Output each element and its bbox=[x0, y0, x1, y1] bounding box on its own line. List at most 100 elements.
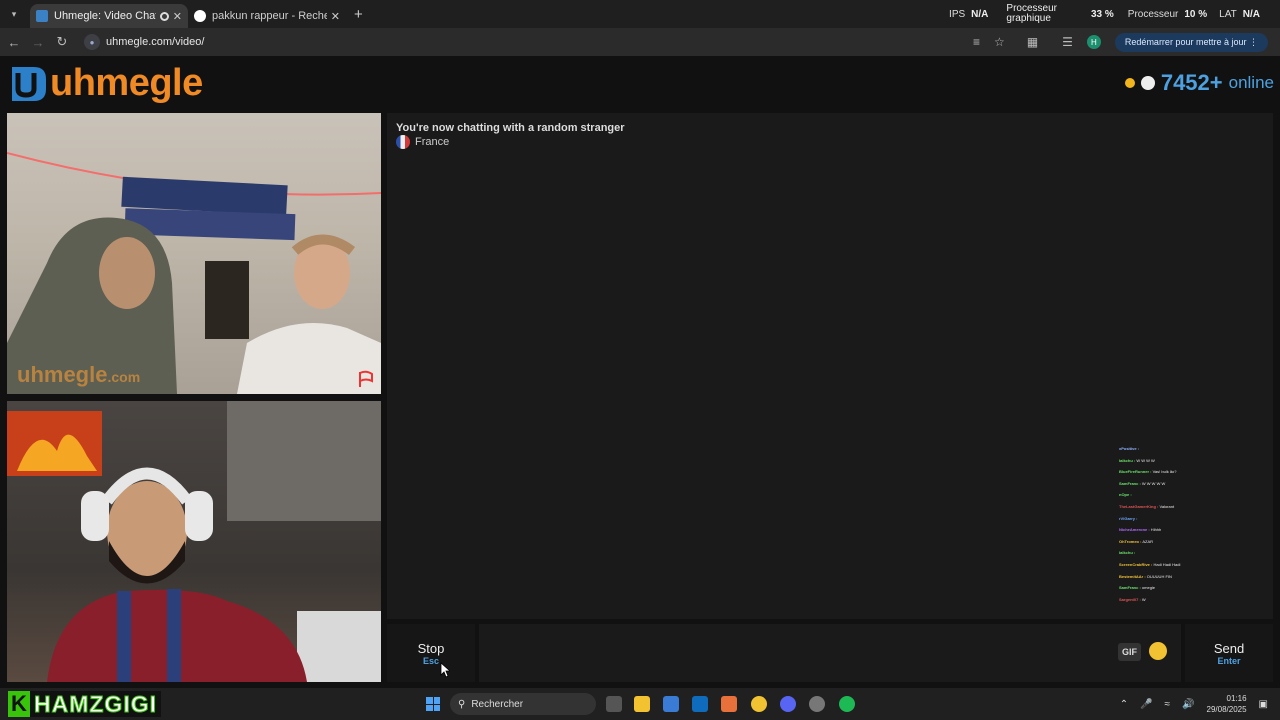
overlay-chat-line: SamFranc : omegle bbox=[1119, 582, 1209, 594]
france-flag-icon bbox=[396, 135, 410, 149]
store-icon[interactable] bbox=[663, 696, 679, 712]
volume-icon[interactable]: 🔊 bbox=[1182, 699, 1194, 710]
file-explorer-icon[interactable] bbox=[634, 696, 650, 712]
clock[interactable]: 01:16 29/08/2025 bbox=[1207, 693, 1247, 715]
overlay-chat-text: AZAR bbox=[1141, 538, 1154, 544]
overlay-chat-text: Vas! bulk ão? bbox=[1151, 469, 1177, 475]
chat-controls: Stop Esc GIF Send Enter bbox=[387, 624, 1273, 682]
browser-toolbar: ← → ↻ ● uhmegle.com/video/ ≡ ☆ ▦ ☰ H Red… bbox=[0, 28, 1280, 56]
system-tray: ⌃ 🎤 ≈ 🔊 01:16 29/08/2025 ▣ bbox=[1120, 688, 1268, 720]
update-button[interactable]: Redémarrer pour mettre à jour ⋮ bbox=[1114, 32, 1268, 52]
wifi-icon[interactable]: ≈ bbox=[1165, 699, 1171, 710]
discord-icon[interactable] bbox=[780, 696, 796, 712]
search-icon: ⚲ bbox=[458, 698, 466, 710]
send-button[interactable]: Send Enter bbox=[1185, 624, 1273, 682]
overlay-chat-text: W W W W bbox=[1135, 457, 1155, 463]
site-info-icon[interactable]: ● bbox=[84, 34, 100, 50]
update-button-label: Redémarrer pour mettre à jour bbox=[1124, 36, 1247, 47]
overlay-chat-line: BlueFireRunner : Vas! bulk ão? bbox=[1119, 466, 1209, 478]
stranger-country: France bbox=[396, 135, 449, 149]
gif-button[interactable]: GIF bbox=[1118, 643, 1141, 661]
tab-search-button[interactable]: ▾ bbox=[4, 4, 24, 24]
close-tab-icon[interactable]: ✕ bbox=[173, 10, 182, 23]
outlook-icon[interactable] bbox=[692, 696, 708, 712]
overlay-chat-user: lalkchu : bbox=[1119, 550, 1136, 556]
overlay-chat-user: BestemitAAr : bbox=[1119, 573, 1146, 579]
overlay-chat-text: omegle bbox=[1140, 585, 1156, 591]
overlay-chat-text: Hadi Hadi Hadi bbox=[1152, 561, 1181, 567]
clock-date: 29/08/2025 bbox=[1206, 705, 1247, 714]
theme-toggle-icon[interactable] bbox=[1140, 76, 1155, 90]
overlay-chat-user: nOpe : bbox=[1119, 492, 1132, 498]
close-tab-icon[interactable]: ✕ bbox=[331, 10, 340, 23]
overlay-chat-text: W bbox=[1140, 596, 1146, 602]
windows-start-icon[interactable] bbox=[426, 697, 440, 711]
lat-value: N/A bbox=[1242, 8, 1260, 20]
windows-taskbar: K HAMZGIGI ⚲ Rechercher ⌃ 🎤 ≈ 🔊 01:16 29… bbox=[0, 688, 1280, 720]
new-tab-button[interactable]: + bbox=[354, 6, 363, 23]
ips-label: IPS bbox=[949, 8, 966, 20]
send-key-hint: Enter bbox=[1217, 655, 1241, 666]
address-bar[interactable]: ● uhmegle.com/video/ bbox=[82, 31, 1082, 53]
status-dot-icon bbox=[1124, 78, 1135, 88]
overlay-chat-line: ScreenCrabRive : Hadi Hadi Hadi bbox=[1119, 559, 1209, 571]
overlay-chat-text: Valorant bbox=[1158, 503, 1175, 509]
watermark-suffix: .com bbox=[107, 369, 141, 385]
streamer-name: HAMZGIGI bbox=[30, 690, 161, 717]
overlay-chat-line: rVIGarry : bbox=[1119, 513, 1209, 525]
chevron-up-icon[interactable]: ⌃ bbox=[1120, 699, 1128, 710]
overlay-chat-user: TheLastGamerKing : bbox=[1119, 503, 1159, 509]
overlay-chat-text: OUUUUH FIN bbox=[1145, 573, 1172, 579]
overlay-chat-line: TheLastGamerKing : Valorant bbox=[1119, 501, 1209, 513]
overlay-chat-user: SamFranc : bbox=[1119, 480, 1141, 486]
overlay-chat-text: W W W W W bbox=[1140, 480, 1166, 486]
url-text: uhmegle.com/video/ bbox=[106, 36, 205, 48]
app-icon[interactable] bbox=[721, 696, 737, 712]
stream-chat-overlay: xPositive : lalkchu : W W W W BlueFireRun… bbox=[1119, 443, 1209, 605]
overlay-chat-line: BestemitAAr : OUUUUH FIN bbox=[1119, 571, 1209, 583]
reload-icon[interactable]: ↻ bbox=[50, 34, 74, 50]
spotify-icon[interactable] bbox=[839, 696, 855, 712]
site-logo[interactable]: uhmegle bbox=[8, 62, 203, 105]
toolbar-actions: ≡ ☆ ▦ ☰ H Redémarrer pour mettre à jour … bbox=[973, 28, 1280, 56]
message-input[interactable]: GIF bbox=[479, 624, 1181, 682]
chevron-down-icon: ▾ bbox=[11, 8, 17, 19]
media-control-icon[interactable]: ☰ bbox=[1062, 35, 1073, 49]
uhmegle-page: uhmegle 7452+ online uhmegle.com You're … bbox=[0, 56, 1280, 688]
uhmegle-favicon-icon bbox=[36, 10, 48, 22]
bookmark-star-icon[interactable]: ☆ bbox=[994, 35, 1005, 49]
overlay-chat-line: Sargent07 : W bbox=[1119, 594, 1209, 606]
tab-google[interactable]: pakkun rappeur - Recherche Google ✕ bbox=[188, 4, 346, 28]
taskbar-search[interactable]: ⚲ Rechercher bbox=[450, 693, 596, 715]
overlay-chat-line: lalkchu : bbox=[1119, 547, 1209, 559]
profile-avatar[interactable]: H bbox=[1086, 35, 1101, 49]
overlay-chat-user: ScreenCrabRive : bbox=[1119, 561, 1153, 567]
lat-label: LAT bbox=[1219, 8, 1237, 20]
chrome-icon[interactable] bbox=[751, 696, 767, 712]
logo-text: uhmegle bbox=[50, 62, 203, 104]
overlay-chat-line: OhTromeo : AZAR bbox=[1119, 536, 1209, 548]
chat-status-message: You're now chatting with a random strang… bbox=[396, 122, 625, 134]
streamer-letter: K bbox=[8, 691, 30, 717]
report-flag-icon[interactable] bbox=[357, 370, 375, 388]
cpu-label: Processeur bbox=[1127, 8, 1179, 20]
stop-button[interactable]: Stop Esc bbox=[387, 624, 475, 682]
tab-uhmegle[interactable]: Uhmegle: Video Chat | Omegle ✕ bbox=[30, 4, 188, 28]
google-favicon-icon bbox=[194, 10, 206, 22]
extensions-icon[interactable]: ▦ bbox=[1027, 35, 1038, 49]
stranger-video-scene bbox=[7, 152, 381, 394]
notification-icon[interactable]: ▣ bbox=[1259, 699, 1268, 710]
send-label: Send bbox=[1213, 640, 1245, 656]
overlay-chat-user: rVIGarry : bbox=[1119, 515, 1138, 521]
overlay-chat-line: NicheAmerone : Hihhh bbox=[1119, 524, 1209, 536]
task-view-icon[interactable] bbox=[606, 696, 622, 712]
performance-overlay: IPS N/A Processeur graphique 33 % Process… bbox=[949, 0, 1270, 28]
forward-arrow-icon[interactable]: → bbox=[26, 35, 50, 50]
steam-icon[interactable] bbox=[809, 696, 825, 712]
tab-title: pakkun rappeur - Recherche Google bbox=[212, 10, 327, 22]
microphone-icon[interactable]: 🎤 bbox=[1140, 699, 1152, 710]
overlay-chat-user: BlueFireRunner : bbox=[1119, 469, 1152, 475]
translate-icon[interactable]: ≡ bbox=[973, 35, 980, 49]
emoji-icon[interactable] bbox=[1149, 642, 1167, 660]
back-arrow-icon[interactable]: ← bbox=[2, 35, 26, 50]
